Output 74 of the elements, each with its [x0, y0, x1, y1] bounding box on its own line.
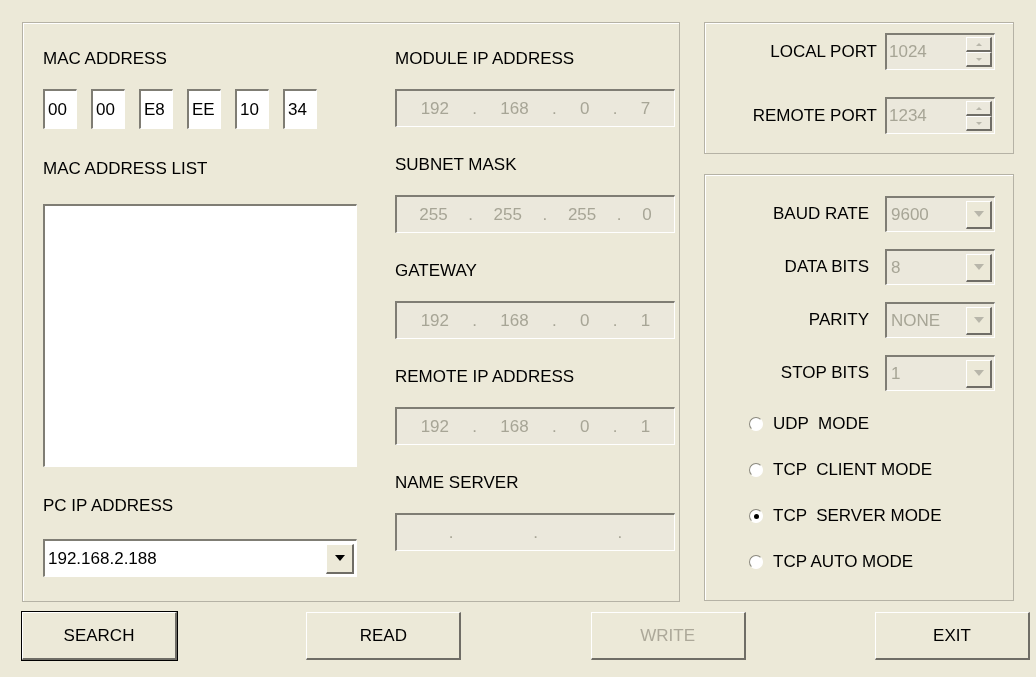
- ip-separator: .: [552, 309, 557, 332]
- ip-separator: .: [533, 521, 538, 544]
- field-label: PARITY: [808, 309, 869, 331]
- ip-separator: .: [448, 521, 454, 544]
- dropdown-value: 1: [891, 362, 901, 385]
- field-label: REMOTE PORT: [752, 104, 877, 127]
- mode-radio[interactable]: UDP MODE: [749, 412, 1013, 436]
- radio-label: TCP SERVER MODE: [773, 505, 942, 528]
- ip-separator: .: [552, 415, 557, 438]
- mac-octet-field[interactable]: EE: [187, 89, 221, 129]
- radio-button-icon[interactable]: [749, 417, 763, 431]
- radio-label: TCP AUTO MODE: [773, 551, 914, 574]
- mode-radio[interactable]: TCP SERVER MODE: [749, 504, 1013, 528]
- ip-octet: 192: [420, 97, 449, 120]
- ip-octet: 7: [640, 97, 651, 120]
- ip-separator: .: [472, 97, 478, 120]
- radio-button-icon[interactable]: [749, 555, 763, 569]
- dropdown-value: 9600: [891, 203, 929, 226]
- field-label: BAUD RATE: [772, 203, 869, 225]
- field-label: STOP BITS: [780, 362, 869, 384]
- field-label: REMOTE IP ADDRESS: [395, 366, 576, 388]
- dropdown-value: NONE: [891, 309, 941, 332]
- ip-octet: 168: [500, 309, 529, 332]
- mode-radio[interactable]: TCP AUTO MODE: [749, 550, 1013, 574]
- action-button[interactable]: READ: [306, 612, 462, 660]
- ip-separator: .: [472, 415, 478, 438]
- field-label: LOCAL PORT: [770, 40, 877, 63]
- ip-separator: .: [542, 203, 548, 226]
- mac-octet-field[interactable]: 00: [43, 89, 77, 129]
- mode-radio[interactable]: TCP CLIENT MODE: [749, 458, 1013, 482]
- field-label: DATA BITS: [784, 256, 869, 278]
- ip-separator: .: [612, 97, 618, 120]
- ip-separator: .: [612, 415, 618, 438]
- ip-octet: 255: [567, 203, 597, 226]
- field-label: SUBNET MASK: [395, 154, 518, 176]
- ip-octet: 192: [420, 309, 449, 332]
- dropdown-value: 8: [891, 256, 901, 279]
- field-label: MAC ADDRESS LIST: [43, 158, 209, 180]
- radio-button-icon[interactable]: [749, 463, 763, 477]
- ip-octet: 255: [493, 203, 522, 226]
- radio-button-icon[interactable]: [749, 509, 763, 523]
- ip-separator: .: [552, 97, 557, 120]
- ip-octet: 0: [642, 203, 652, 226]
- ip-separator: .: [472, 309, 478, 332]
- field-label: MODULE IP ADDRESS: [395, 48, 576, 70]
- field-label: NAME SERVER: [395, 472, 520, 494]
- spinbox-value: 1024: [889, 41, 927, 64]
- combobox-value: 192.168.2.188: [48, 547, 157, 570]
- ip-octet: 1: [640, 415, 651, 438]
- field-label: GATEWAY: [395, 260, 478, 282]
- ip-octet: 0: [580, 97, 590, 120]
- ip-octet: 1: [640, 309, 651, 332]
- ip-separator: .: [617, 521, 623, 544]
- action-button[interactable]: EXIT: [875, 612, 1030, 660]
- mac-octet-field[interactable]: E8: [139, 89, 173, 129]
- mac-octet-field[interactable]: 34: [283, 89, 317, 129]
- radio-label: TCP CLIENT MODE: [773, 459, 932, 482]
- pc-ip-combobox[interactable]: 192.168.2.188: [43, 539, 357, 577]
- ip-octet: 192: [420, 415, 449, 438]
- ip-octet: 255: [419, 203, 448, 226]
- mac-octet-field[interactable]: 10: [235, 89, 269, 129]
- field-label: PC IP ADDRESS: [43, 495, 175, 517]
- action-button[interactable]: SEARCH: [22, 612, 177, 660]
- ip-octet: 168: [500, 415, 529, 438]
- mac-octet-field[interactable]: 00: [91, 89, 125, 129]
- ip-octet: 0: [580, 309, 590, 332]
- ip-separator: .: [468, 203, 473, 226]
- ip-separator: .: [616, 203, 622, 226]
- ip-octet: 168: [500, 97, 529, 120]
- spinbox-value: 1234: [889, 105, 927, 128]
- field-label: MAC ADDRESS: [43, 48, 168, 70]
- ip-octet: 0: [580, 415, 590, 438]
- radio-label: UDP MODE: [773, 413, 870, 436]
- ip-separator: .: [612, 309, 618, 332]
